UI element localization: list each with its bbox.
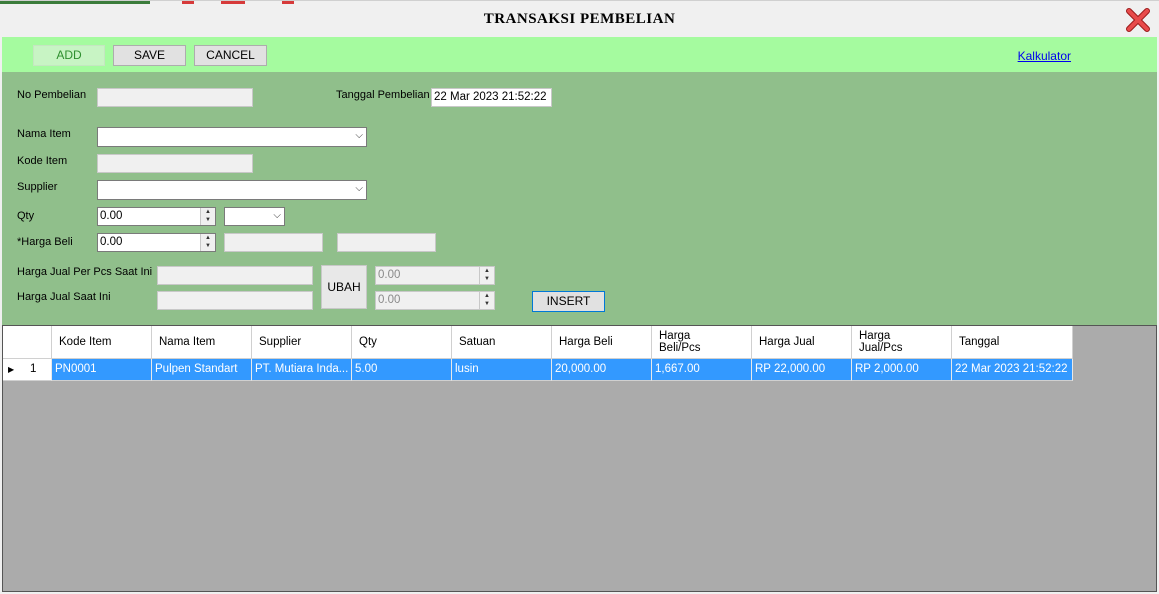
purchase-grid[interactable]: Kode Item Nama Item Supplier Qty Satuan … [2,325,1157,592]
harga-beli-label: *Harga Beli [17,236,73,248]
no-pembelian-field[interactable] [97,88,253,107]
kode-item-field[interactable] [97,154,253,173]
column-header[interactable]: Harga Beli/Pcs [652,326,752,359]
column-header[interactable]: Tanggal [952,326,1073,359]
harga-jual-pcs-new-stepper[interactable]: 0.00 ▲ ▼ [375,266,495,285]
column-header[interactable]: Harga Jual [752,326,852,359]
spinner-arrows-icon[interactable]: ▲ ▼ [479,292,494,309]
column-header[interactable]: Kode Item [52,326,152,359]
harga-beli-extra-field-2[interactable] [337,233,436,252]
harga-beli-value: 0.00 [100,236,123,248]
row-header[interactable]: ▶ 1 [3,359,52,381]
table-cell[interactable]: 1,667.00 [652,359,752,381]
background-window-strip [0,1,150,4]
table-cell[interactable]: lusin [452,359,552,381]
row-selector-arrow-icon: ▶ [8,365,15,374]
tanggal-pembelian-label: Tanggal Pembelian [336,89,430,101]
table-cell[interactable]: 5.00 [352,359,452,381]
harga-jual-pcs-new-value: 0.00 [378,269,401,281]
harga-jual-label: Harga Jual Saat Ini [17,291,111,303]
column-header[interactable]: Harga Jual/Pcs [852,326,952,359]
supplier-dropdown[interactable]: ⌵ [97,180,367,200]
harga-jual-field[interactable] [157,291,313,310]
kalkulator-link[interactable]: Kalkulator [1018,49,1071,63]
table-cell[interactable]: RP 22,000.00 [752,359,852,381]
spinner-arrows-icon[interactable]: ▲ ▼ [479,267,494,284]
table-cell[interactable]: PT. Mutiara Inda... [252,359,352,381]
row-number: 1 [30,363,37,375]
column-header[interactable]: Nama Item [152,326,252,359]
harga-jual-pcs-label: Harga Jual Per Pcs Saat Ini [17,266,153,278]
chevron-down-icon: ⌵ [355,130,363,141]
qty-stepper[interactable]: 0.00 ▲ ▼ [97,207,216,226]
background-window-strip [221,1,245,4]
title-bar: TRANSAKSI PEMBELIAN [0,0,1159,37]
supplier-label: Supplier [17,181,58,193]
purchase-form: No Pembelian Tanggal Pembelian 22 Mar 20… [2,72,1157,325]
harga-beli-stepper[interactable]: 0.00 ▲ ▼ [97,233,216,252]
insert-button[interactable]: INSERT [532,291,605,312]
column-header[interactable]: Satuan [452,326,552,359]
grid-header: Kode Item Nama Item Supplier Qty Satuan … [3,326,1073,359]
no-pembelian-label: No Pembelian [17,89,87,101]
background-window-strip [282,1,294,4]
row-header-corner [3,326,52,359]
column-header-label: Harga Beli/Pcs [659,330,701,354]
harga-jual-new-value: 0.00 [378,294,401,306]
kode-item-label: Kode Item [17,155,68,167]
table-cell[interactable]: PN0001 [52,359,152,381]
qty-value: 0.00 [100,210,123,222]
tanggal-pembelian-field[interactable]: 22 Mar 2023 21:52:22 [431,88,552,107]
ubah-button[interactable]: UBAH [321,265,367,309]
harga-jual-pcs-field[interactable] [157,266,313,285]
nama-item-dropdown[interactable]: ⌵ [97,127,367,147]
background-window-strip [182,1,194,4]
close-icon[interactable] [1125,7,1151,33]
harga-beli-extra-field-1[interactable] [224,233,323,252]
add-button[interactable]: ADD [33,45,105,66]
save-button[interactable]: SAVE [113,45,186,66]
table-row[interactable]: ▶ 1 PN0001 Pulpen Standart PT. Mutiara I… [3,359,1073,381]
column-header[interactable]: Qty [352,326,452,359]
toolbar: ADD SAVE CANCEL Kalkulator [2,37,1157,72]
table-cell[interactable]: Pulpen Standart [152,359,252,381]
chevron-down-icon: ⌵ [355,183,363,194]
table-cell[interactable]: 20,000.00 [552,359,652,381]
qty-label: Qty [17,210,35,222]
table-cell[interactable]: 22 Mar 2023 21:52:22 [952,359,1073,381]
column-header-label: Harga Jual/Pcs [859,330,903,354]
column-header[interactable]: Supplier [252,326,352,359]
chevron-down-icon: ⌵ [273,210,281,221]
satuan-dropdown[interactable]: ⌵ [224,207,285,226]
spinner-arrows-icon[interactable]: ▲ ▼ [200,208,215,225]
nama-item-label: Nama Item [17,128,71,140]
table-cell[interactable]: RP 2,000.00 [852,359,952,381]
cancel-button[interactable]: CANCEL [194,45,267,66]
window-title: TRANSAKSI PEMBELIAN [483,11,676,27]
spinner-arrows-icon[interactable]: ▲ ▼ [200,234,215,251]
column-header[interactable]: Harga Beli [552,326,652,359]
harga-jual-new-stepper[interactable]: 0.00 ▲ ▼ [375,291,495,310]
